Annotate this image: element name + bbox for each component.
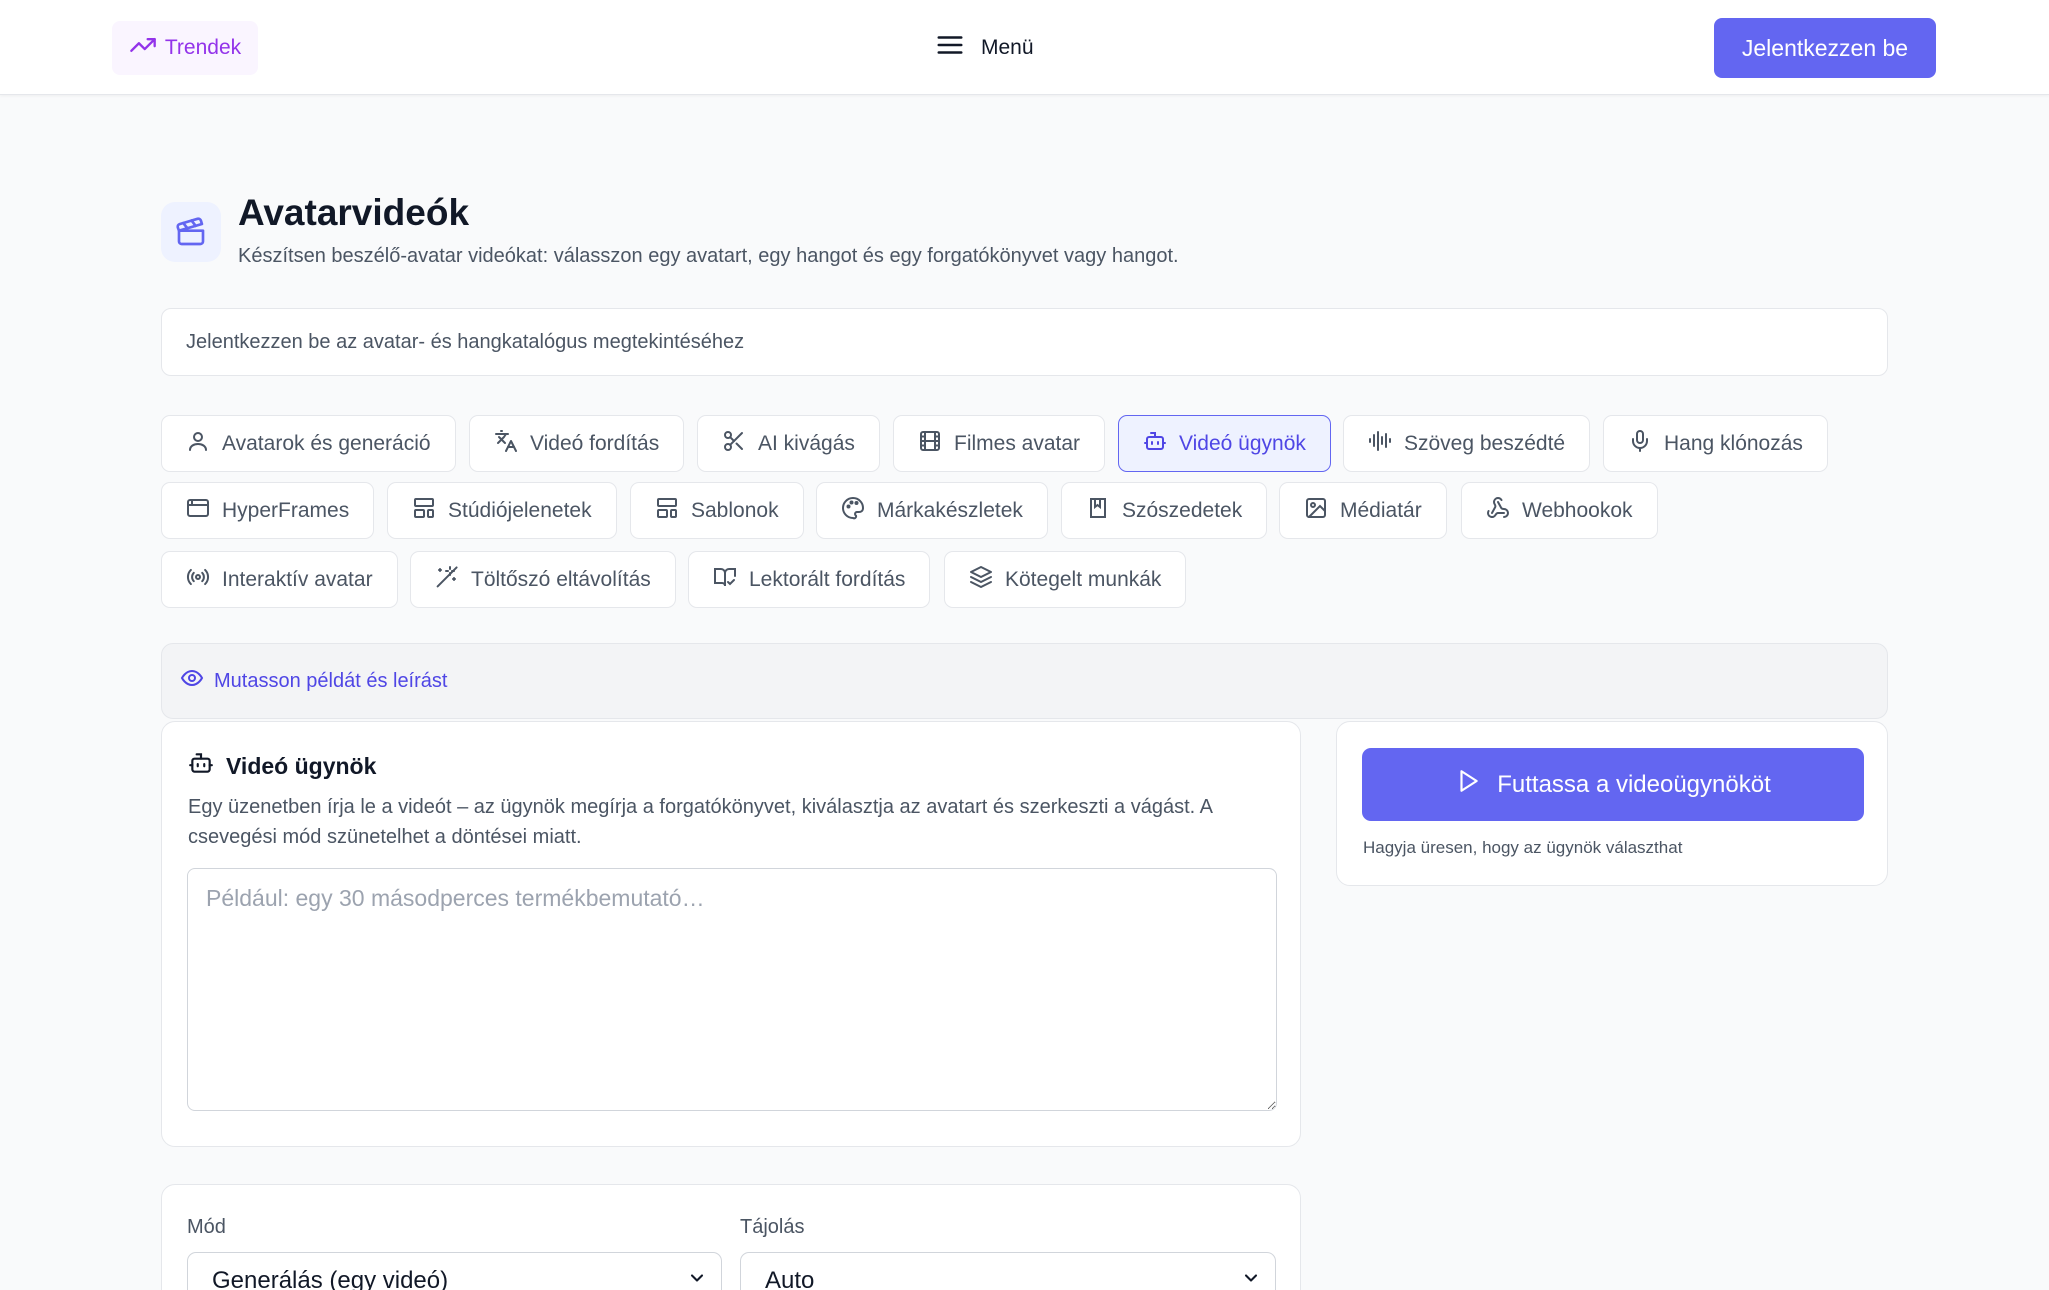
audio-waveform-icon <box>1368 429 1392 459</box>
tab-label: Filmes avatar <box>954 431 1081 455</box>
mode-select[interactable]: Generálás (egy videó) <box>187 1252 722 1290</box>
tab-filler-word-removal[interactable]: Töltőszó eltávolítás <box>410 551 676 608</box>
image-icon <box>1304 496 1328 526</box>
user-icon <box>186 429 210 459</box>
tab-video-translation[interactable]: Videó fordítás <box>469 415 685 472</box>
tab-webhooks[interactable]: Webhookok <box>1461 482 1658 539</box>
video-agent-description: Egy üzenetben írja le a videót – az ügyn… <box>188 796 1212 848</box>
trends-label: Trendek <box>164 36 242 59</box>
top-navigation-bar: Trendek Menü Jelentkezzen be <box>0 0 2049 95</box>
tab-label: Videó fordítás <box>530 431 660 455</box>
bot-icon <box>188 750 214 782</box>
mode-label: Mód <box>187 1216 226 1238</box>
orientation-value: Auto <box>765 1267 815 1290</box>
video-agent-heading: Videó ügynök <box>188 750 376 782</box>
run-hint: Hagyja üresen, hogy az ügynök választhat <box>1363 838 1683 857</box>
layout-icon <box>412 496 436 526</box>
video-agent-title: Videó ügynök <box>226 752 377 779</box>
tab-label: AI kivágás <box>758 431 855 455</box>
tab-proofread-translation[interactable]: Lektorált fordítás <box>688 551 931 608</box>
broadcast-icon <box>186 565 210 595</box>
play-icon <box>1455 768 1481 801</box>
book-icon <box>1086 496 1110 526</box>
login-notice: Jelentkezzen be az avatar- és hangkataló… <box>161 308 1888 376</box>
tab-label: Márkakészletek <box>877 498 1023 522</box>
settings-card: Mód Generálás (egy videó) Tájolás Auto <box>161 1184 1301 1290</box>
orientation-label: Tájolás <box>740 1216 805 1238</box>
show-example-toggle[interactable]: Mutasson példát és leírást <box>161 643 1888 719</box>
tab-film-avatar[interactable]: Filmes avatar <box>893 415 1106 472</box>
palette-icon <box>841 496 865 526</box>
tab-label: Avatarok és generáció <box>222 431 431 455</box>
magic-wand-icon <box>435 565 459 595</box>
trends-button[interactable]: Trendek <box>112 21 258 75</box>
tab-label: Szószedetek <box>1122 498 1243 522</box>
layers-icon <box>969 565 993 595</box>
scissors-icon <box>722 429 746 459</box>
tab-label: Lektorált fordítás <box>749 567 906 591</box>
tab-label: Kötegelt munkák <box>1005 567 1162 591</box>
menu-button[interactable]: Menü <box>935 30 1034 66</box>
show-example-label: Mutasson példát és leírást <box>214 669 448 692</box>
hamburger-icon <box>935 30 965 66</box>
run-video-agent-button[interactable]: Futtassa a videoügynököt <box>1362 748 1864 821</box>
tab-brand-kits[interactable]: Márkakészletek <box>816 482 1048 539</box>
eye-icon <box>180 666 204 696</box>
video-agent-prompt-input[interactable] <box>187 868 1277 1111</box>
tab-avatars-generation[interactable]: Avatarok és generáció <box>161 415 456 472</box>
tab-templates[interactable]: Sablonok <box>630 482 804 539</box>
film-icon <box>918 429 942 459</box>
tab-media-library[interactable]: Médiatár <box>1279 482 1447 539</box>
run-agent-card: Futtassa a videoügynököt Hagyja üresen, … <box>1336 721 1888 886</box>
tab-interactive-avatar[interactable]: Interaktív avatar <box>161 551 398 608</box>
page-subtitle: Készítsen beszélő-avatar videókat: válas… <box>238 245 1179 267</box>
chevron-down-icon <box>1241 1267 1261 1290</box>
chevron-down-icon <box>687 1267 707 1290</box>
tab-label: Médiatár <box>1340 498 1422 522</box>
clapperboard-icon <box>161 202 221 262</box>
tab-batch-jobs[interactable]: Kötegelt munkák <box>944 551 1187 608</box>
tab-label: Webhookok <box>1522 498 1633 522</box>
page-title: Avatarvideók <box>238 192 470 233</box>
browser-window-icon <box>186 496 210 526</box>
book-check-icon <box>713 565 737 595</box>
tab-label: Töltőszó eltávolítás <box>471 567 651 591</box>
tab-video-agent[interactable]: Videó ügynök <box>1118 415 1331 472</box>
orientation-select[interactable]: Auto <box>740 1252 1276 1290</box>
tab-studio-scenes[interactable]: Stúdiójelenetek <box>387 482 617 539</box>
login-button[interactable]: Jelentkezzen be <box>1714 18 1936 78</box>
tab-label: Interaktív avatar <box>222 567 373 591</box>
tab-text-to-speech[interactable]: Szöveg beszédté <box>1343 415 1591 472</box>
tab-label: Videó ügynök <box>1179 431 1306 455</box>
webhook-icon <box>1486 496 1510 526</box>
mode-value: Generálás (egy videó) <box>212 1267 449 1290</box>
tab-label: HyperFrames <box>222 498 350 522</box>
tab-voice-cloning[interactable]: Hang klónozás <box>1603 415 1828 472</box>
tab-label: Szöveg beszédté <box>1404 431 1566 455</box>
tab-label: Stúdiójelenetek <box>448 498 592 522</box>
run-video-agent-label: Futtassa a videoügynököt <box>1497 770 1771 798</box>
tab-hyperframes[interactable]: HyperFrames <box>161 482 375 539</box>
tab-label: Hang klónozás <box>1664 431 1803 455</box>
translate-icon <box>494 429 518 459</box>
menu-label: Menü <box>981 36 1034 59</box>
tab-label: Sablonok <box>691 498 779 522</box>
bot-icon <box>1143 429 1167 459</box>
video-agent-card: Videó ügynök Egy üzenetben írja le a vid… <box>161 721 1301 1147</box>
trending-up-icon <box>129 31 157 65</box>
login-notice-text: Jelentkezzen be az avatar- és hangkataló… <box>186 330 745 353</box>
mic-icon <box>1628 429 1652 459</box>
layout-template-icon <box>655 496 679 526</box>
tab-glossaries[interactable]: Szószedetek <box>1061 482 1268 539</box>
tab-ai-cutout[interactable]: AI kivágás <box>697 415 880 472</box>
